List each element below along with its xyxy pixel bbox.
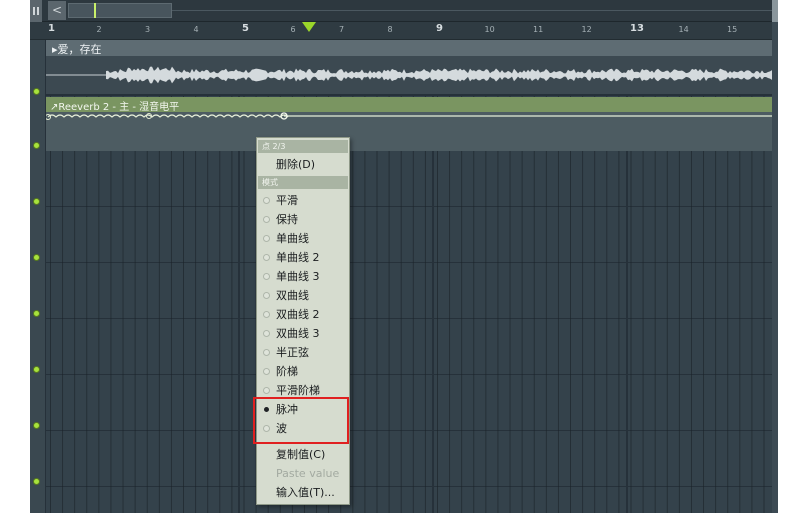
menu-item-delete[interactable]: 删除(D)	[258, 155, 348, 174]
menu-item-label: 双曲线	[276, 289, 309, 302]
ruler-bar-number: 15	[727, 25, 738, 34]
vertical-scroll-thumb[interactable]	[772, 0, 778, 22]
radio-empty-icon	[263, 273, 270, 280]
menu-item-mode[interactable]: 单曲线 2	[258, 248, 348, 267]
automation-point-context-menu: 点 2/3 删除(D) 模式 平滑保持单曲线单曲线 2 单曲线 3 双曲线双曲线 2…	[256, 137, 350, 505]
track-mute-dot-icon[interactable]	[33, 422, 40, 429]
menu-item-label: 双曲线 2	[276, 308, 320, 321]
radio-empty-icon	[263, 197, 270, 204]
scroll-track	[172, 10, 772, 11]
automation-clip-header[interactable]: ↗Reeverb 2 - 主 - 湿音电平	[46, 97, 772, 113]
menu-item-label: 单曲线 2	[276, 251, 320, 264]
menu-item-mode[interactable]: 双曲线 2	[258, 305, 348, 324]
ruler-bar-number: 1	[48, 23, 55, 34]
menu-item-mode[interactable]: 双曲线	[258, 286, 348, 305]
menu-item-label: 半正弦	[276, 346, 309, 359]
menu-item-label: 复制值(C)	[276, 448, 326, 461]
menu-item-label: 平滑	[276, 194, 298, 207]
menu-item-mode[interactable]: 单曲线 3	[258, 267, 348, 286]
ruler-bar-number: 5	[242, 23, 249, 34]
radio-empty-icon	[263, 216, 270, 223]
radio-empty-icon	[263, 254, 270, 261]
menu-item-mode[interactable]: 平滑	[258, 191, 348, 210]
menu-item-mode[interactable]: 单曲线	[258, 229, 348, 248]
track-mute-dot-icon[interactable]	[33, 366, 40, 373]
radio-empty-icon	[263, 387, 270, 394]
audio-clip-header[interactable]: ▸爱，存在	[46, 40, 772, 56]
ruler-bar-number: 6	[290, 25, 296, 34]
track-mute-dot-icon[interactable]	[33, 198, 40, 205]
menu-icon[interactable]	[30, 0, 42, 22]
ruler-bar-number: 14	[678, 25, 689, 34]
scroll-left-arrow-icon[interactable]: <	[48, 1, 66, 20]
mode-header: 模式	[258, 176, 348, 189]
track-mute-dot-icon[interactable]	[33, 310, 40, 317]
song-position-marker	[94, 3, 96, 18]
vertical-scrollbar[interactable]	[772, 0, 800, 513]
radio-empty-icon	[263, 368, 270, 375]
ruler-bar-number: 2	[96, 25, 102, 34]
playhead-marker-icon[interactable]	[302, 22, 316, 32]
automation-curve[interactable]	[46, 112, 772, 151]
menu-item-label: 单曲线 3	[276, 270, 320, 283]
ruler-bar-number: 7	[339, 25, 345, 34]
ruler-bar-number: 3	[145, 25, 151, 34]
scrollbar-thumb[interactable]	[68, 3, 172, 18]
audio-clip[interactable]: ▸爱，存在	[46, 40, 772, 96]
menu-item-label: 单曲线	[276, 232, 309, 245]
automation-clip[interactable]: ↗Reeverb 2 - 主 - 湿音电平	[46, 97, 772, 151]
radio-empty-icon	[263, 292, 270, 299]
automation-clip-title: ↗Reeverb 2 - 主 - 湿音电平	[50, 102, 180, 113]
menu-item-label: 阶梯	[276, 365, 298, 378]
radio-empty-icon	[263, 235, 270, 242]
track-area[interactable]: ▸爱，存在 ↗Reeverb 2 - 主 - 湿音电平	[46, 40, 772, 513]
radio-empty-icon	[263, 311, 270, 318]
menu-item-label: 保持	[276, 213, 298, 226]
menu-item-label: 双曲线 3	[276, 327, 320, 340]
menu-item-mode[interactable]: 保持	[258, 210, 348, 229]
ruler-bar-number: 8	[387, 25, 393, 34]
menu-item-label: Paste value	[276, 467, 340, 480]
menu-item-mode[interactable]: 阶梯	[258, 362, 348, 381]
menu-item-paste-value: Paste value	[258, 464, 348, 483]
ruler-bar-number: 10	[484, 25, 495, 34]
menu-item-label: 输入值(T)...	[276, 486, 335, 499]
radio-empty-icon	[263, 330, 270, 337]
track-mute-dot-icon[interactable]	[33, 88, 40, 95]
point-header: 点 2/3	[258, 140, 348, 153]
horizontal-scrollbar[interactable]: <	[30, 0, 772, 22]
track-mute-dot-icon[interactable]	[33, 478, 40, 485]
vertical-scroll-track	[772, 0, 778, 513]
ruler-bar-number: 11	[533, 25, 544, 34]
annotation-highlight-box	[253, 397, 349, 444]
ruler-bar-number: 13	[630, 23, 644, 34]
ruler-bar-number: 12	[581, 25, 592, 34]
radio-empty-icon	[263, 349, 270, 356]
timeline-ruler[interactable]: 1 2 3 4 5 6 7 8 9 10 11 12 13 14 15	[30, 22, 772, 40]
audio-clip-title: ▸爱，存在	[52, 43, 102, 56]
audio-waveform	[46, 66, 772, 84]
menu-item-mode[interactable]: 半正弦	[258, 343, 348, 362]
track-gutter	[30, 40, 46, 513]
menu-item-label: 删除(D)	[276, 158, 316, 171]
menu-item-input-value[interactable]: 输入值(T)...	[258, 483, 348, 502]
menu-item-mode[interactable]: 双曲线 3	[258, 324, 348, 343]
track-mute-dot-icon[interactable]	[33, 254, 40, 261]
track-mute-dot-icon[interactable]	[33, 142, 40, 149]
ruler-bar-number: 4	[193, 25, 199, 34]
playlist-window: < 1 2 3 4 5 6 7 8 9 10 11 12 13 14 15 ▸爱，存在 ↗Reeverb 2…	[30, 0, 772, 513]
menu-item-copy-value[interactable]: 复制值(C)	[258, 445, 348, 464]
ruler-bar-number: 9	[436, 23, 443, 34]
